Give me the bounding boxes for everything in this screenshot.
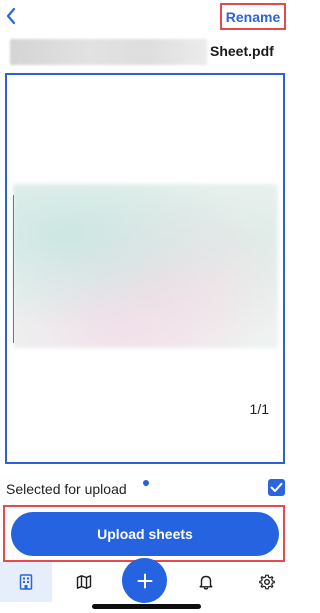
- add-button[interactable]: [122, 558, 167, 603]
- tab-map[interactable]: [66, 562, 102, 602]
- map-icon: [76, 575, 92, 589]
- rename-button[interactable]: Rename: [220, 3, 286, 30]
- plus-icon: [137, 573, 152, 588]
- status-dot: [143, 480, 149, 486]
- document-preview[interactable]: 1/1: [5, 73, 285, 464]
- back-button[interactable]: [2, 6, 20, 26]
- upload-sheet-screen: Rename Sheet.pdf 1/1 Selected for upload…: [0, 0, 291, 613]
- file-name-suffix: Sheet.pdf: [210, 43, 274, 59]
- rename-label: Rename: [225, 8, 281, 25]
- checkmark-icon: [270, 482, 283, 492]
- upload-sheets-button[interactable]: Upload sheets: [11, 512, 279, 556]
- sheet-thumbnail: [13, 184, 278, 348]
- tab-projects[interactable]: [0, 562, 52, 602]
- upload-sheets-label: Upload sheets: [97, 526, 193, 542]
- page-indicator: 1/1: [249, 401, 269, 417]
- building-icon: [19, 574, 33, 590]
- selected-for-upload-checkbox[interactable]: [268, 479, 285, 496]
- sheet-thumbnail-edge: [13, 195, 14, 343]
- tab-notifications[interactable]: [190, 562, 222, 602]
- home-indicator: [92, 604, 201, 609]
- gear-icon: [259, 574, 275, 590]
- selected-for-upload-label: Selected for upload: [6, 481, 127, 497]
- bell-icon: [199, 575, 213, 590]
- file-name: Sheet.pdf: [10, 37, 285, 67]
- chevron-left-icon: [6, 7, 16, 25]
- tab-settings[interactable]: [252, 562, 282, 602]
- redacted-file-name: [10, 39, 207, 65]
